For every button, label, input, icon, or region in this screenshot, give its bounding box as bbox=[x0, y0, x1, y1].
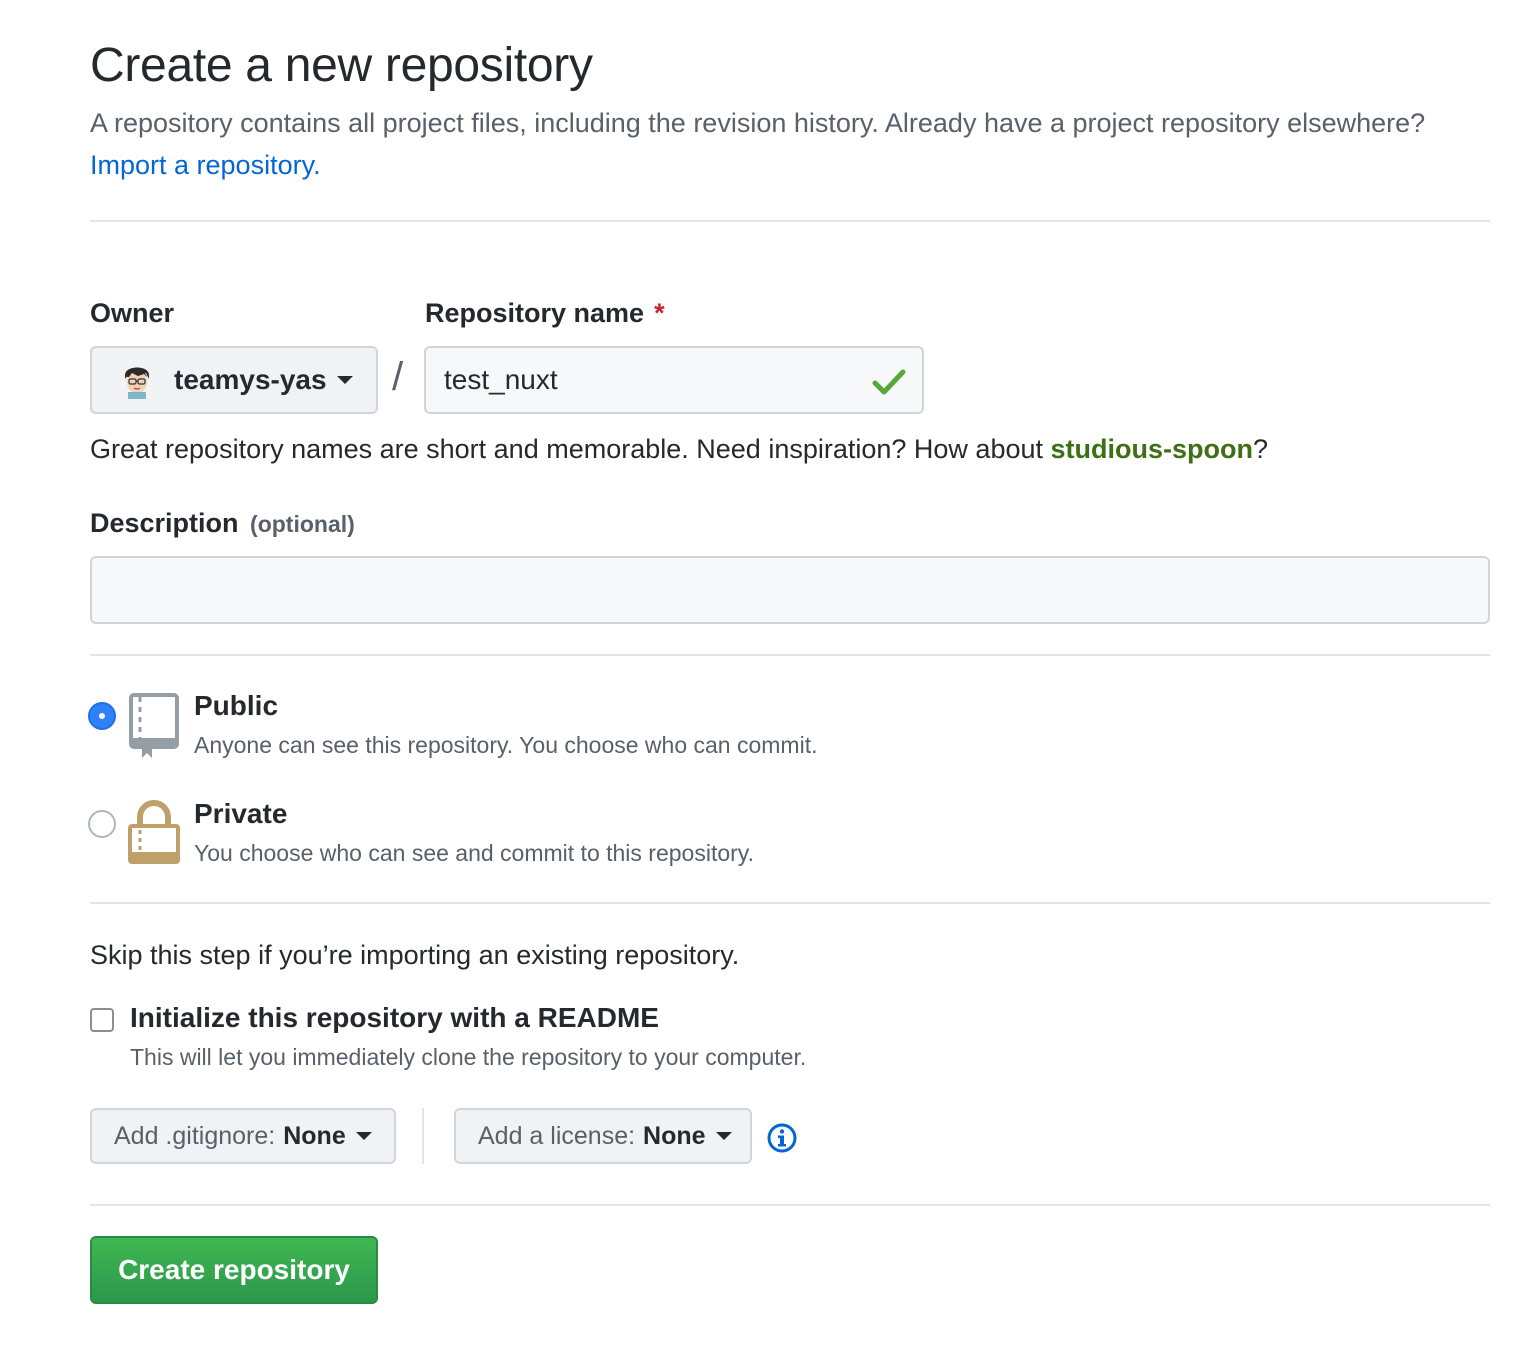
page-intro: A repository contains all project files,… bbox=[90, 102, 1430, 186]
name-hint-text: Great repository names are short and mem… bbox=[90, 434, 1043, 464]
license-label: Add a license: bbox=[478, 1121, 636, 1150]
owner-name: teamys-yas bbox=[174, 364, 327, 395]
import-repository-link[interactable]: Import a repository. bbox=[90, 150, 321, 180]
private-description: You choose who can see and commit to thi… bbox=[194, 840, 754, 866]
intro-text: A repository contains all project files,… bbox=[90, 108, 1426, 138]
repository-name-input[interactable]: test_nuxt bbox=[424, 346, 924, 414]
private-radio[interactable] bbox=[88, 810, 116, 838]
gitignore-dropdown-button[interactable]: Add .gitignore: None bbox=[90, 1108, 396, 1164]
create-repository-button[interactable]: Create repository bbox=[90, 1236, 378, 1304]
owner-repo-separator: / bbox=[392, 355, 404, 399]
readme-label[interactable]: Initialize this repository with a README bbox=[130, 1002, 659, 1034]
avatar bbox=[118, 361, 156, 399]
public-title: Public bbox=[194, 690, 279, 721]
private-title: Private bbox=[194, 798, 288, 829]
repository-name-label-text: Repository name bbox=[425, 298, 645, 328]
license-value: None bbox=[643, 1121, 706, 1150]
name-hint-suffix: ? bbox=[1253, 434, 1269, 464]
owner-label: Owner bbox=[90, 298, 175, 328]
caret-down-icon bbox=[336, 376, 353, 384]
license-dropdown-button[interactable]: Add a license: None bbox=[454, 1108, 752, 1164]
optional-tag: (optional) bbox=[250, 511, 355, 537]
description-input[interactable] bbox=[90, 556, 1490, 624]
gitignore-value: None bbox=[283, 1121, 346, 1150]
page-title: Create a new repository bbox=[90, 39, 593, 92]
skip-step-text: Skip this step if you’re importing an ex… bbox=[90, 940, 740, 970]
gitignore-label: Add .gitignore: bbox=[114, 1121, 276, 1150]
public-description: Anyone can see this repository. You choo… bbox=[194, 732, 818, 758]
divider bbox=[90, 902, 1490, 904]
name-hint: Great repository names are short and mem… bbox=[90, 434, 1268, 465]
repo-book-icon bbox=[129, 693, 179, 758]
repository-name-label: Repository name * bbox=[425, 298, 665, 329]
name-suggestion-link[interactable]: studious-spoon bbox=[1051, 434, 1253, 464]
divider bbox=[90, 220, 1490, 222]
owner-dropdown-button[interactable]: teamys-yas bbox=[90, 346, 378, 414]
readme-description: This will let you immediately clone the … bbox=[130, 1044, 807, 1070]
repository-name-value: test_nuxt bbox=[444, 364, 558, 395]
caret-down-icon bbox=[355, 1132, 372, 1140]
lock-icon bbox=[128, 800, 180, 864]
readme-checkbox[interactable] bbox=[90, 1008, 114, 1032]
vertical-separator bbox=[422, 1108, 424, 1164]
check-icon bbox=[872, 369, 906, 395]
required-mark: * bbox=[654, 298, 665, 328]
divider bbox=[90, 1204, 1490, 1206]
info-icon[interactable] bbox=[766, 1122, 798, 1154]
caret-down-icon bbox=[715, 1132, 732, 1140]
divider bbox=[90, 654, 1490, 656]
public-radio[interactable] bbox=[88, 702, 116, 730]
description-label: Description (optional) bbox=[90, 508, 355, 539]
description-label-text: Description bbox=[90, 508, 239, 538]
